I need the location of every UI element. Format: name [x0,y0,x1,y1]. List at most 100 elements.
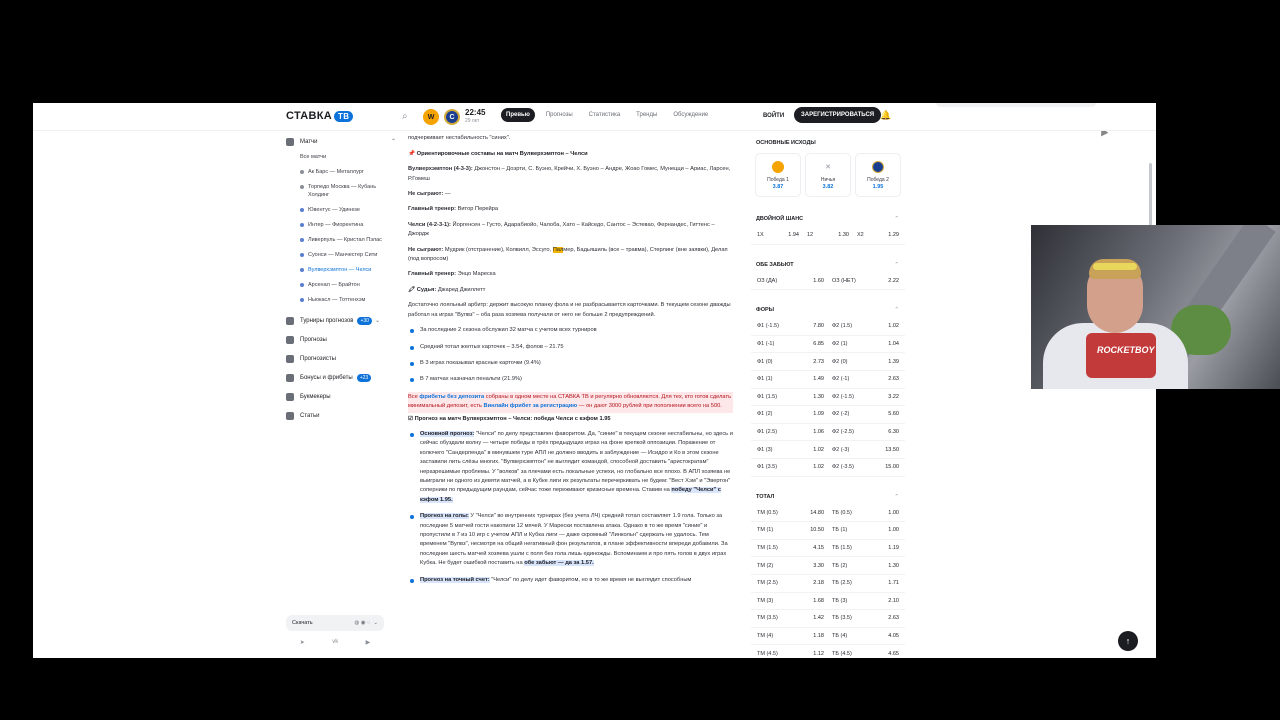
odds-cell[interactable]: Ф2 (-3.5) 15.00 [828,464,903,470]
odds-cell[interactable]: ТМ (1.5) 4.15 [753,545,828,551]
price: 1.06 [813,429,824,436]
odds-cell[interactable]: 12 1.30 [803,232,853,238]
odds-cell[interactable]: ТБ (0.5) 1.00 [828,510,903,516]
odds-cell[interactable]: ТБ (2.5) 1.71 [828,580,903,586]
vk-icon[interactable]: vk [332,639,338,646]
odds-cell[interactable]: ТМ (0.5) 14.80 [753,510,828,516]
handicap-title[interactable]: Форы ⌃ [751,302,905,318]
sidebar-item-forecasters[interactable]: Прогнозисты [286,349,396,368]
odds-cell[interactable]: ТБ (3) 2.10 [828,598,903,604]
price: 1.19 [888,545,899,552]
odds-cell[interactable]: Ф1 (1) 1.49 [753,376,828,382]
odds-cell[interactable]: ТБ (3.5) 2.63 [828,615,903,621]
label: Главный тренер: [408,271,456,278]
sidebar-item-matches[interactable]: Матчи ⌃ [286,132,396,151]
odds-cell[interactable]: ТМ (3) 1.68 [753,598,828,604]
sidebar-match[interactable]: Торпедо Москва — Кубань Холдинг [286,183,396,199]
sidebar-item-all-matches[interactable]: Все матчи [286,153,396,161]
chevron-down-icon[interactable]: ⌄ [375,317,380,324]
odds-cell[interactable]: Ф2 (1.5) 1.02 [828,323,903,329]
sidebar-match[interactable]: Ак Барс — Металлург [286,168,396,176]
odds-cell[interactable]: ТМ (4) 1.18 [753,633,828,639]
tab-preview[interactable]: Превью [501,108,535,122]
odds-cell[interactable]: Ф2 (1) 1.04 [828,341,903,347]
sidebar-match-active[interactable]: Вулверхэмптон — Челси [286,266,396,274]
odds-cell[interactable]: Ф1 (2) 1.09 [753,411,828,417]
chevron-up-icon[interactable]: ⌃ [894,307,899,313]
tab-discussion[interactable]: Обсуждение [668,108,713,122]
sidebar-match[interactable]: Ньюкасл — Тоттенхэм [286,296,396,304]
sidebar-match[interactable]: Ливерпуль — Кристал Пэлас [286,236,396,244]
odds-cell[interactable]: Ф2 (-1.5) 3.22 [828,394,903,400]
tab-forecasts[interactable]: Прогнозы [541,108,578,122]
intro-line: подчеркивает нестабильность "синих". [408,135,511,142]
sidebar-item-articles[interactable]: Статьи [286,406,396,425]
odds-cell[interactable]: Ф1 (2.5) 1.06 [753,429,828,435]
double-chance-title[interactable]: Двойной шанс ⌃ [751,211,905,227]
bullet-icon [410,329,414,334]
odds-cell[interactable]: Ф2 (-2.5) 6.30 [828,429,903,435]
sidebar-match[interactable]: Арсенал — Брайтон [286,281,396,289]
search-icon[interactable]: ⌕ [402,111,408,122]
sidebar-match[interactable]: Суонси — Манчестер Сити [286,251,396,259]
odds-cell[interactable]: Ф2 (0) 1.39 [828,359,903,365]
both-score-title[interactable]: Обе забьют ⌃ [751,257,905,273]
odds-cell[interactable]: ОЗ (НЕТ) 2.22 [828,278,903,284]
odds-cell[interactable]: Ф2 (-3) 13.50 [828,447,903,453]
odds-cell[interactable]: Ф1 (3.5) 1.02 [753,464,828,470]
odds-cell[interactable]: Ф1 (-1.5) 7.80 [753,323,828,329]
chevron-up-icon[interactable]: ⌃ [894,216,899,222]
odds-cell[interactable]: ТМ (3.5) 1.42 [753,615,828,621]
odds-cell[interactable]: Ф1 (1.5) 1.30 [753,394,828,400]
bell-icon[interactable]: 🔔 [880,110,891,121]
telegram-icon[interactable]: ➤ [300,639,305,646]
odds-away-win[interactable]: Победа 2 1.95 [855,153,901,197]
sidebar-match[interactable]: Ювентус — Удинезе [286,206,396,214]
odds-cell[interactable]: ТБ (2) 1.30 [828,563,903,569]
odds-cell[interactable]: Ф1 (0) 2.73 [753,359,828,365]
odds-cell[interactable]: Ф1 (3) 1.02 [753,447,828,453]
freebets-link[interactable]: фрибеты без депозита [419,394,484,400]
webcam-shirt-print [1086,333,1156,378]
sidebar-item-bonuses[interactable]: Бонусы и фрибеты +23 [286,368,396,387]
odds-cell[interactable]: ОЗ (ДА) 1.60 [753,278,828,284]
sidebar-item-bookmakers[interactable]: Букмекеры [286,387,396,406]
odds-cell[interactable]: ТБ (1.5) 1.19 [828,545,903,551]
chevron-up-icon[interactable]: ⌃ [391,138,396,145]
odds-cell[interactable]: Ф2 (-2) 5.60 [828,411,903,417]
price: 2.63 [888,615,899,622]
winline-link[interactable]: Винлайн фрибет за регистрацию [483,403,577,409]
odds-cell[interactable]: ТБ (4.5) 4.65 [828,651,903,657]
download-app-button[interactable]: Скачать ◍ ◉ ◌ ⌄ [286,615,384,631]
label: Основной прогноз: [420,430,475,437]
back-to-top-button[interactable]: ↑ [1118,631,1138,651]
bullet-icon [410,578,414,583]
tab-statistics[interactable]: Статистика [584,108,626,122]
chevron-up-icon[interactable]: ⌃ [894,494,899,500]
odds-cell[interactable]: ТБ (4) 4.05 [828,633,903,639]
youtube-icon[interactable]: ▶ [366,639,371,646]
sidebar-item-tournaments[interactable]: Турниры прогнозов +30 ⌄ [286,311,396,330]
odds-cell[interactable]: Ф2 (-1) 2.63 [828,376,903,382]
register-button[interactable]: ЗАРЕГИСТРИРОВАТЬСЯ [794,107,882,123]
odds-cell[interactable]: ТБ (1) 1.00 [828,527,903,533]
odds-home-win[interactable]: Победа 1 3.87 [755,153,801,197]
odds-draw[interactable]: ✕ Ничья 3.82 [805,153,851,197]
odds-cell[interactable]: ТМ (4.5) 1.12 [753,651,828,657]
chevron-up-icon[interactable]: ⌃ [894,262,899,268]
odds-cell[interactable]: 1X 1.94 [753,232,803,238]
odds-cell[interactable]: ТМ (1) 10.50 [753,527,828,533]
total-title[interactable]: Тотал ⌃ [751,489,905,505]
odds-cell[interactable]: ТМ (2) 3.30 [753,563,828,569]
site-logo[interactable]: СТАВКА ТВ [286,110,354,122]
odds-cell[interactable]: ТМ (2.5) 2.18 [753,580,828,586]
price: 6.85 [813,341,824,348]
price: 1.49 [813,376,824,383]
odds-cell[interactable]: X2 1.29 [853,232,903,238]
login-button[interactable]: ВОЙТИ [756,108,791,124]
odds-cell[interactable]: Ф1 (-1) 6.85 [753,341,828,347]
sidebar-match[interactable]: Интер — Фиорентина [286,221,396,229]
sidebar-item-forecasts[interactable]: Прогнозы [286,330,396,349]
tab-trends[interactable]: Тренды [631,108,662,122]
